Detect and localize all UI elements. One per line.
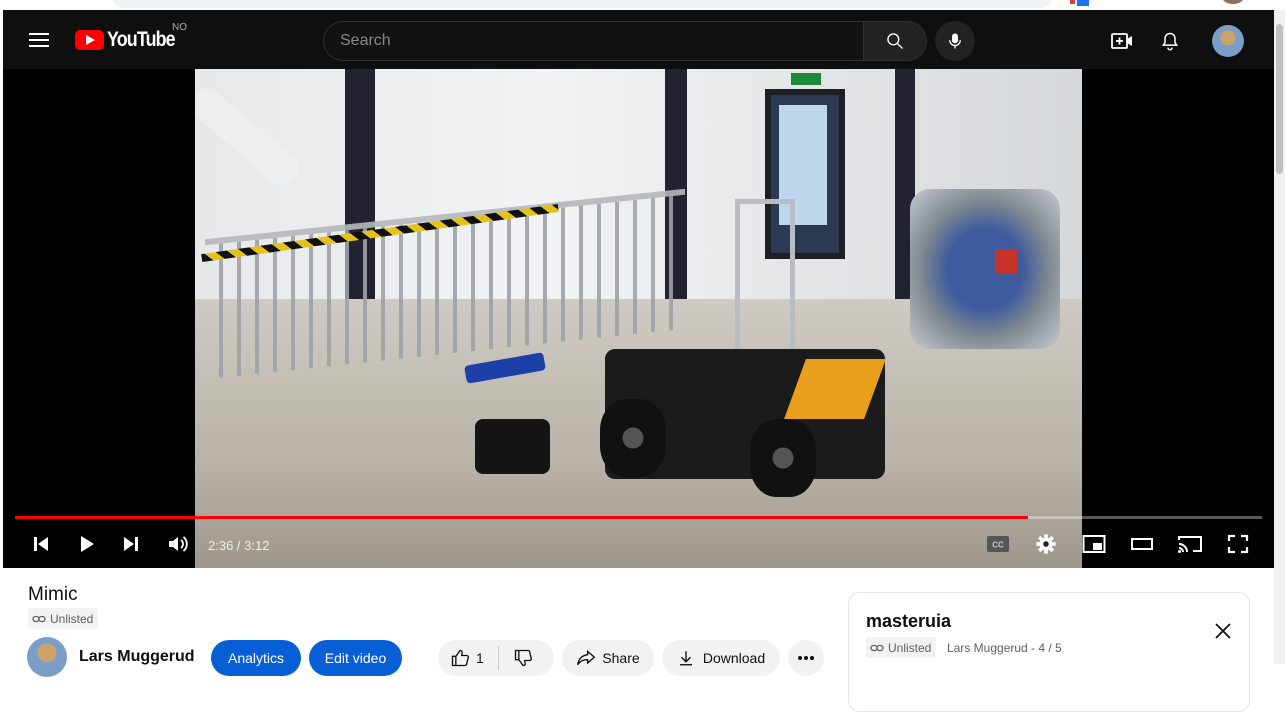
share-icon	[577, 649, 596, 666]
share-button[interactable]: Share	[562, 640, 654, 676]
close-icon	[1215, 623, 1231, 639]
theater-mode-icon	[1131, 538, 1153, 550]
volume-icon	[169, 536, 188, 552]
skip-next-icon	[124, 537, 138, 551]
more-icon	[798, 656, 814, 660]
scrollbar-thumb[interactable]	[1276, 24, 1283, 174]
progress-bar[interactable]	[15, 516, 1262, 519]
progress-played	[15, 516, 1029, 519]
closed-captions-icon: CC	[987, 536, 1009, 552]
masthead: YouTube NO	[3, 10, 1274, 69]
playlist-unlisted-label: Unlisted	[888, 640, 932, 655]
fullscreen-icon	[1227, 534, 1249, 554]
youtube-play-icon	[75, 30, 104, 50]
thumbs-down-icon[interactable]	[513, 648, 533, 668]
unlisted-label: Unlisted	[50, 611, 94, 626]
svg-text:CC: CC	[992, 541, 1004, 550]
browser-profile-avatar[interactable]	[1222, 0, 1244, 4]
play-button[interactable]	[75, 531, 99, 557]
playlist-unlisted-badge: Unlisted	[866, 637, 937, 658]
time-display: 2:36 / 3:12	[208, 538, 270, 553]
video-info: Mimic Unlisted Lars Muggerud Analytics E…	[0, 568, 1274, 712]
subtitles-button[interactable]: CC	[985, 531, 1011, 557]
settings-button[interactable]	[1033, 531, 1059, 557]
analytics-button[interactable]: Analytics	[211, 640, 301, 676]
page-scrollbar[interactable]	[1274, 10, 1285, 664]
notifications-button[interactable]	[1157, 28, 1183, 54]
fullscreen-button[interactable]	[1225, 531, 1251, 557]
bell-icon	[1161, 32, 1179, 51]
menu-icon[interactable]	[29, 33, 49, 47]
gear-icon	[1036, 534, 1056, 554]
logo-text: YouTube	[107, 28, 176, 51]
edit-video-button[interactable]: Edit video	[309, 640, 402, 676]
playlist-panel: masteruia Unlisted Lars Muggerud - 4 / 5	[848, 592, 1250, 712]
create-video-icon	[1111, 33, 1132, 49]
voice-search-button[interactable]	[935, 21, 975, 61]
video-frame[interactable]	[195, 69, 1082, 568]
video-title: Mimic	[28, 584, 78, 605]
download-button[interactable]: Download	[662, 640, 780, 676]
playlist-close-button[interactable]	[1213, 621, 1233, 641]
microphone-icon	[949, 33, 961, 49]
skip-previous-icon	[34, 537, 48, 551]
previous-button[interactable]	[29, 531, 53, 557]
cast-button[interactable]	[1177, 531, 1203, 557]
theater-mode-button[interactable]	[1129, 531, 1155, 557]
account-avatar[interactable]	[1212, 25, 1244, 57]
link-icon	[870, 644, 884, 651]
mute-button[interactable]	[166, 531, 190, 557]
play-icon	[81, 536, 94, 552]
like-dislike-group: 1	[438, 640, 554, 676]
extension-icon[interactable]	[1070, 0, 1075, 4]
playlist-meta: Lars Muggerud - 4 / 5	[947, 641, 1062, 655]
browser-toolbar-strip	[0, 0, 1285, 10]
address-bar[interactable]	[112, 0, 1052, 8]
more-actions-button[interactable]	[788, 640, 824, 676]
download-icon	[679, 651, 692, 666]
like-divider	[497, 646, 499, 670]
extension-icon[interactable]	[1077, 0, 1089, 6]
search-button[interactable]	[863, 21, 927, 61]
search-box	[323, 21, 864, 61]
video-player[interactable]: 2:36 / 3:12 CC	[3, 69, 1274, 568]
miniplayer-button[interactable]	[1081, 531, 1107, 557]
thumbs-up-icon[interactable]	[450, 648, 470, 668]
search-icon	[887, 33, 903, 49]
channel-avatar[interactable]	[27, 637, 67, 677]
cast-icon	[1178, 536, 1202, 553]
link-icon	[32, 615, 46, 622]
next-button[interactable]	[119, 531, 143, 557]
unlisted-badge: Unlisted	[28, 608, 99, 629]
miniplayer-icon	[1082, 535, 1106, 553]
youtube-logo[interactable]: YouTube NO	[75, 22, 187, 52]
playlist-title[interactable]: masteruia	[866, 611, 951, 632]
channel-name[interactable]: Lars Muggerud	[79, 648, 195, 666]
search-input[interactable]	[324, 22, 863, 60]
player-controls: 2:36 / 3:12 CC	[3, 521, 1274, 568]
country-code: NO	[172, 22, 187, 33]
create-button[interactable]	[1109, 28, 1135, 54]
